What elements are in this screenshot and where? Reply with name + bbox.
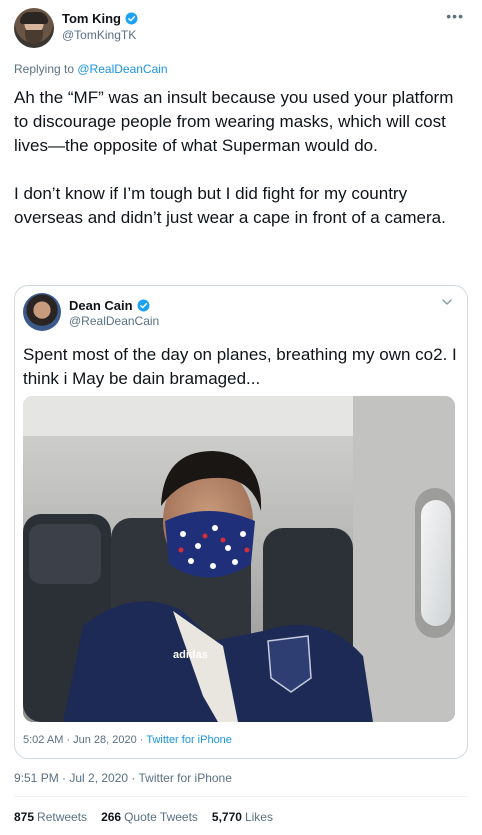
chevron-down-icon[interactable] — [441, 296, 453, 308]
quote-tweets-count: 266 — [101, 810, 122, 824]
jacket-brand-label: adidas — [173, 649, 208, 661]
retweets-count: 875 — [14, 810, 35, 824]
quote-tweets-label: Quote Tweets — [124, 810, 198, 824]
author-display-name[interactable]: Tom King — [62, 11, 121, 26]
quoted-author-avatar[interactable] — [23, 293, 61, 331]
tweet: Tom King @TomKingTK ••• Replying to @Rea… — [0, 0, 482, 835]
avatar-beard — [25, 30, 43, 44]
divider — [14, 796, 468, 797]
likes-label: Likes — [244, 810, 273, 824]
more-options-icon[interactable]: ••• — [446, 8, 464, 24]
quoted-timestamp: 5:02 AM · Jun 28, 2020 · Twitter for iPh… — [23, 734, 232, 746]
retweets-label: Retweets — [37, 810, 88, 824]
quote-tweets-stat[interactable]: 266 Quote Tweets — [101, 810, 198, 824]
author-avatar[interactable] — [14, 8, 54, 48]
tweet-timestamp[interactable]: 9:51 PM · Jul 2, 2020 · Twitter for iPho… — [14, 771, 232, 785]
likes-count: 5,770 — [211, 810, 242, 824]
quoted-handle[interactable]: @RealDeanCain — [69, 314, 159, 328]
quoted-name-row: Dean Cain — [69, 298, 150, 313]
engagement-stats: 875 Retweets 266 Quote Tweets 5,770 Likes — [14, 810, 273, 824]
replying-to-link[interactable]: @RealDeanCain — [77, 62, 167, 76]
quoted-source-link[interactable]: Twitter for iPhone — [146, 734, 232, 746]
tweet-text: Ah the “MF” was an insult because you us… — [14, 86, 470, 230]
quoted-photo[interactable]: adidas — [23, 396, 455, 722]
replying-to-label: Replying to — [14, 62, 78, 76]
author-name-row: Tom King — [62, 11, 138, 26]
quoted-display-name[interactable]: Dean Cain — [69, 298, 133, 313]
quoted-tweet-card[interactable]: Dean Cain @RealDeanCain Spent most of th… — [14, 285, 468, 759]
avatar-hair — [20, 12, 48, 24]
author-handle[interactable]: @TomKingTK — [62, 28, 136, 42]
tweet-paragraph-1: Ah the “MF” was an insult because you us… — [14, 88, 454, 155]
verified-badge-icon — [137, 299, 150, 312]
retweets-stat[interactable]: 875 Retweets — [14, 810, 87, 824]
likes-stat[interactable]: 5,770 Likes — [212, 810, 273, 824]
quoted-date-text[interactable]: 5:02 AM · Jun 28, 2020 · — [23, 734, 146, 746]
replying-to: Replying to @RealDeanCain — [14, 62, 168, 76]
quoted-text: Spent most of the day on planes, breathi… — [23, 345, 457, 388]
verified-badge-icon — [125, 12, 138, 25]
tweet-paragraph-2: I don’t know if I’m tough but I did figh… — [14, 184, 446, 227]
